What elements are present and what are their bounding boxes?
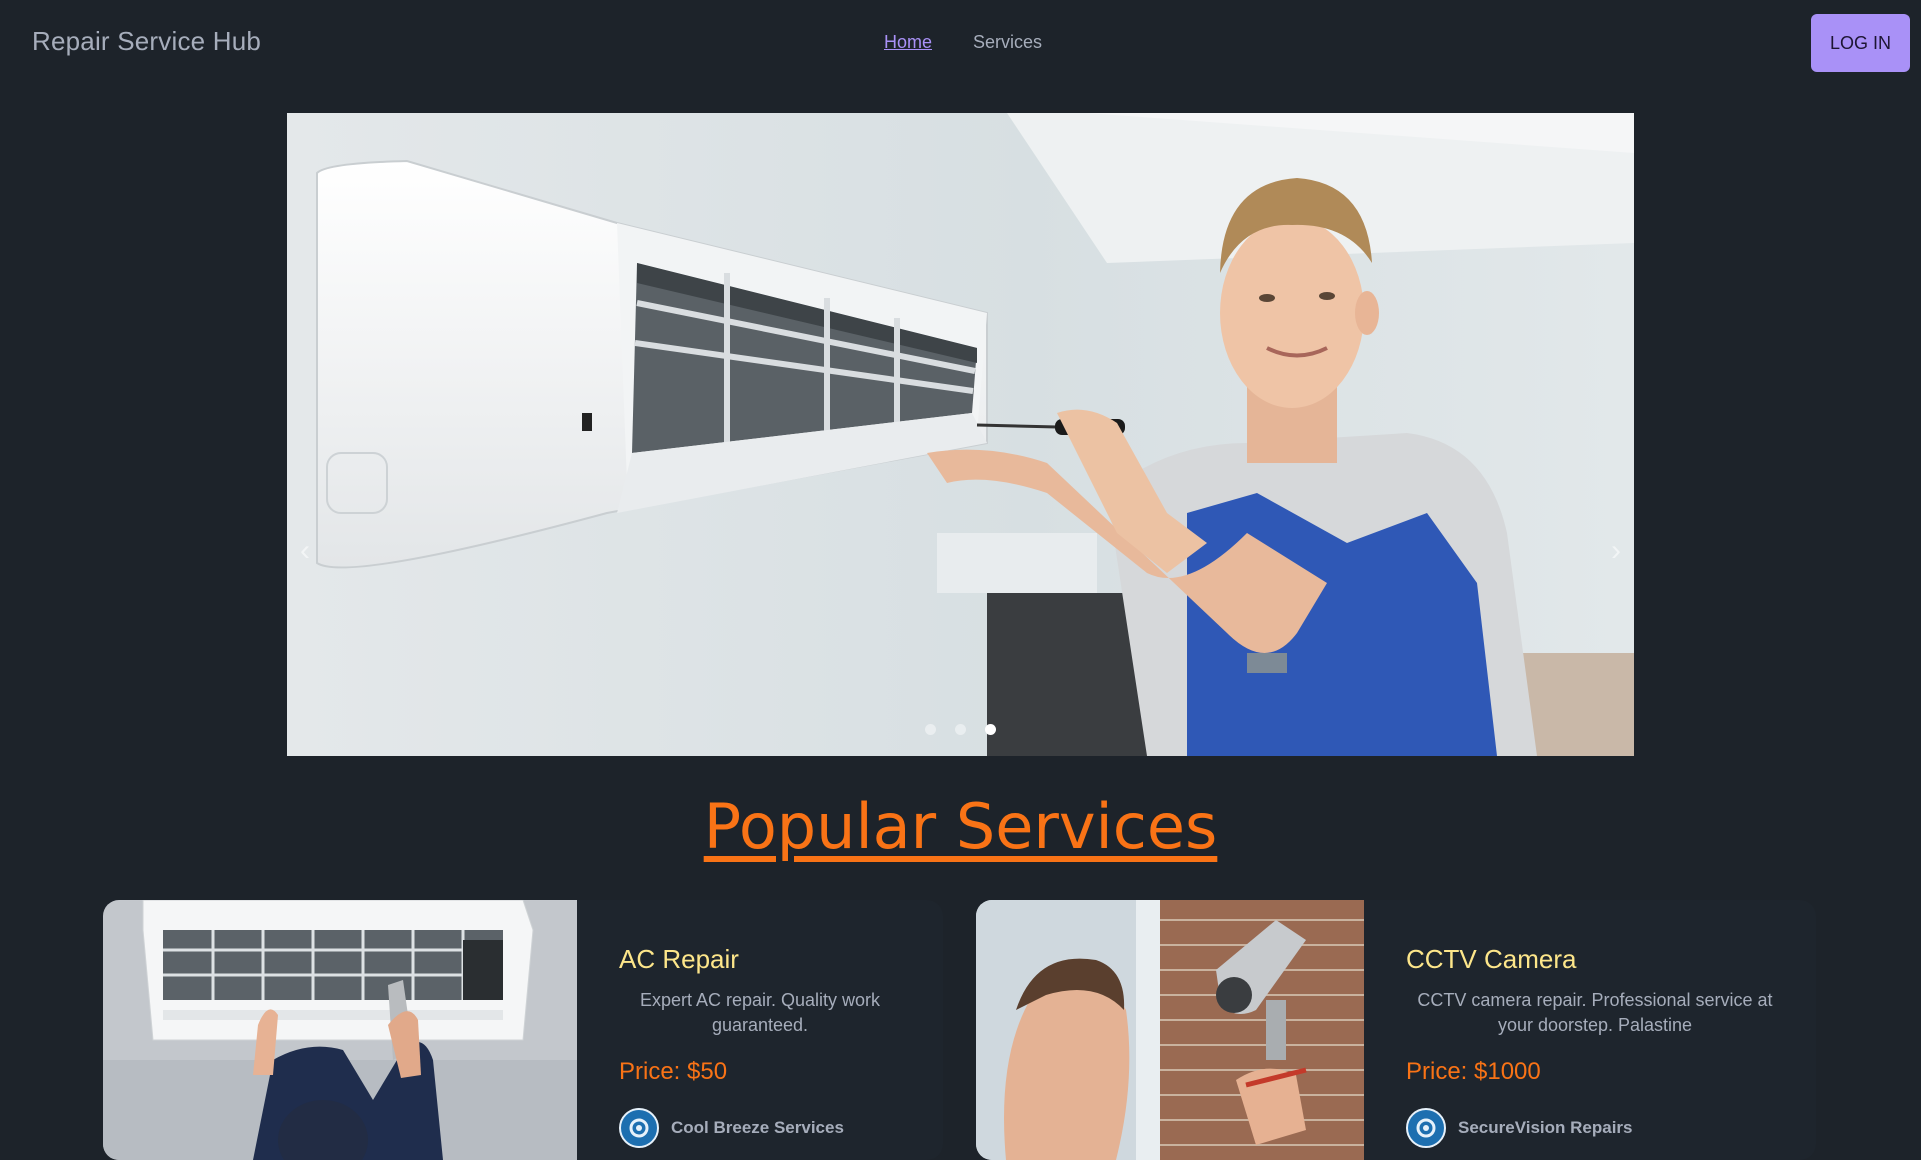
- service-provider: Cool Breeze Services: [619, 1108, 844, 1148]
- nav-link-home[interactable]: Home: [884, 32, 932, 53]
- service-card-cctv-camera[interactable]: CCTV Camera CCTV camera repair. Professi…: [976, 900, 1816, 1160]
- service-description: Expert AC repair. Quality work guarantee…: [639, 990, 881, 1035]
- hero-carousel: ‹ ›: [287, 113, 1634, 756]
- hero-image-ac-technician: [287, 113, 1634, 756]
- service-card-body: AC Repair Expert AC repair. Quality work…: [577, 900, 943, 1160]
- service-image-ac-repair: [103, 900, 577, 1160]
- chevron-right-icon[interactable]: ›: [1604, 533, 1628, 569]
- service-title[interactable]: CCTV Camera: [1406, 944, 1576, 975]
- gear-icon: [1406, 1108, 1446, 1148]
- brand-logo[interactable]: Repair Service Hub: [32, 26, 261, 57]
- service-title[interactable]: AC Repair: [619, 944, 739, 975]
- nav-links: Home Services: [884, 32, 1042, 53]
- navbar: Repair Service Hub Home Services LOG IN: [0, 0, 1921, 88]
- nav-link-services[interactable]: Services: [973, 32, 1042, 53]
- carousel-dot-2[interactable]: [955, 724, 966, 735]
- service-provider: SecureVision Repairs: [1406, 1108, 1633, 1148]
- service-card-body: CCTV Camera CCTV camera repair. Professi…: [1364, 900, 1816, 1160]
- service-image-cctv-camera: [976, 900, 1364, 1160]
- gear-icon: [619, 1108, 659, 1148]
- provider-name: SecureVision Repairs: [1458, 1118, 1633, 1137]
- service-price: Price: $50: [619, 1058, 728, 1085]
- carousel-dot-3[interactable]: [985, 724, 996, 735]
- carousel-dot-1[interactable]: [925, 724, 936, 735]
- section-title: Popular Services: [703, 790, 1218, 863]
- provider-name: Cool Breeze Services: [671, 1118, 844, 1137]
- chevron-left-icon[interactable]: ‹: [293, 533, 317, 569]
- login-button[interactable]: LOG IN: [1811, 14, 1910, 72]
- service-card-ac-repair[interactable]: AC Repair Expert AC repair. Quality work…: [103, 900, 943, 1160]
- service-price: Price: $1000: [1406, 1058, 1541, 1085]
- carousel-indicators: [925, 724, 996, 735]
- service-description: CCTV camera repair. Professional service…: [1417, 990, 1773, 1035]
